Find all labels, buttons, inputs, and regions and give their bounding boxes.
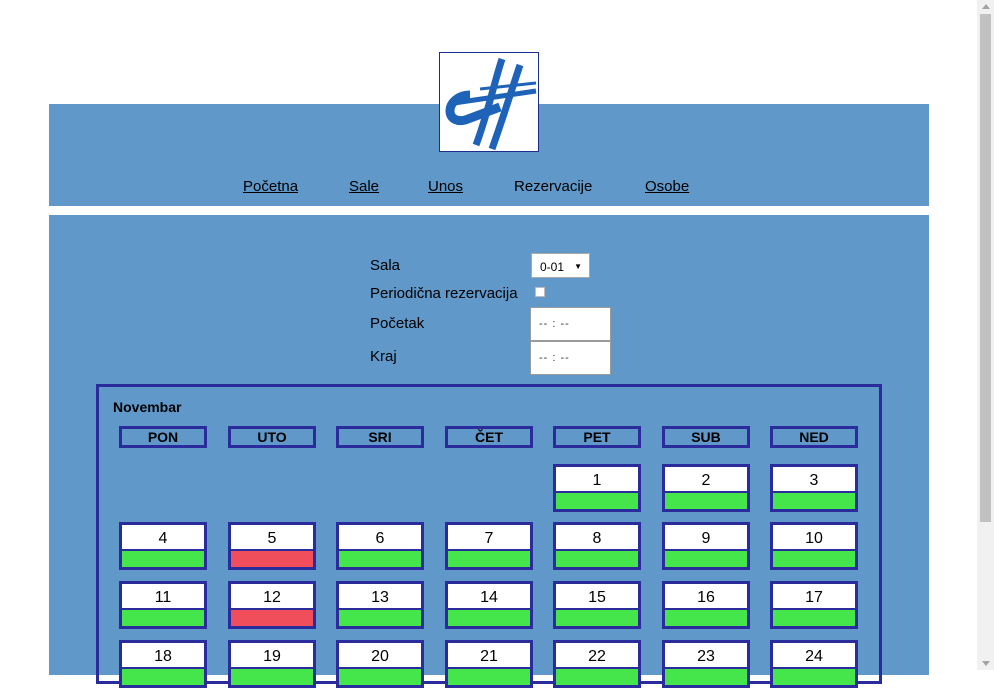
day-number: 12 [263, 589, 281, 606]
day-number: 19 [263, 648, 281, 665]
booked-status-bar [231, 549, 313, 567]
day-cell[interactable]: 12 [228, 581, 316, 629]
end-label: Kraj [370, 348, 397, 365]
day-cell[interactable]: 10 [770, 522, 858, 570]
day-number: 21 [480, 648, 498, 665]
weekday-header: PON [119, 426, 207, 448]
day-number: 17 [805, 589, 823, 606]
day-number: 23 [697, 648, 715, 665]
day-cell[interactable]: 6 [336, 522, 424, 570]
day-number: 24 [805, 648, 823, 665]
free-status-bar [556, 549, 638, 567]
free-status-bar [556, 608, 638, 626]
day-number: 1 [592, 472, 602, 489]
weekday-header: UTO [228, 426, 316, 448]
day-number: 6 [375, 530, 385, 547]
day-number: 14 [480, 589, 498, 606]
start-time-input[interactable]: -- : -- [530, 307, 611, 341]
day-number: 16 [697, 589, 715, 606]
day-cell[interactable]: 2 [662, 464, 750, 512]
scroll-thumb[interactable] [980, 14, 991, 522]
logo-mark [445, 57, 537, 151]
scrollbar[interactable] [977, 0, 994, 670]
weekday-header: PET [553, 426, 641, 448]
day-number: 7 [484, 530, 494, 547]
day-cell[interactable]: 7 [445, 522, 533, 570]
day-cell[interactable]: 20 [336, 640, 424, 688]
day-number: 20 [371, 648, 389, 665]
day-cell[interactable]: 18 [119, 640, 207, 688]
main-nav: Početna Sale Unos Rezervacije Osobe [49, 178, 929, 198]
periodic-checkbox[interactable] [535, 287, 545, 297]
day-number: 10 [805, 530, 823, 547]
free-status-bar [773, 549, 855, 567]
free-status-bar [122, 549, 204, 567]
nav-link-pocetna[interactable]: Početna [243, 178, 298, 195]
weekday-header: SRI [336, 426, 424, 448]
weekday-header: ČET [445, 426, 533, 448]
day-cell[interactable]: 14 [445, 581, 533, 629]
day-number: 8 [592, 530, 602, 547]
day-cell[interactable]: 4 [119, 522, 207, 570]
day-number: 4 [158, 530, 168, 547]
scroll-up-icon[interactable] [982, 4, 990, 9]
free-status-bar [556, 491, 638, 509]
nav-link-unos[interactable]: Unos [428, 178, 463, 195]
day-cell[interactable]: 16 [662, 581, 750, 629]
day-cell[interactable]: 19 [228, 640, 316, 688]
day-number: 3 [809, 472, 819, 489]
day-cell[interactable]: 23 [662, 640, 750, 688]
nav-link-sale[interactable]: Sale [349, 178, 379, 195]
day-cell[interactable]: 1 [553, 464, 641, 512]
chevron-down-icon: ▼ [574, 262, 582, 271]
sala-select[interactable]: 0-01 ▼ [531, 253, 590, 278]
month-title: Novembar [113, 399, 182, 415]
day-number: 9 [701, 530, 711, 547]
day-cell[interactable]: 22 [553, 640, 641, 688]
logo [439, 52, 539, 152]
free-status-bar [339, 608, 421, 626]
day-number: 13 [371, 589, 389, 606]
day-cell[interactable]: 11 [119, 581, 207, 629]
day-number: 15 [588, 589, 606, 606]
nav-item-rezervacije[interactable]: Rezervacije [514, 178, 592, 195]
free-status-bar [448, 549, 530, 567]
day-number: 18 [154, 648, 172, 665]
free-status-bar [665, 549, 747, 567]
day-cell[interactable]: 13 [336, 581, 424, 629]
scroll-down-icon[interactable] [982, 661, 990, 666]
day-cell[interactable]: 24 [770, 640, 858, 688]
day-cell[interactable]: 9 [662, 522, 750, 570]
day-number: 5 [267, 530, 277, 547]
free-status-bar [665, 608, 747, 626]
day-cell[interactable]: 3 [770, 464, 858, 512]
periodic-label: Periodična rezervacija [370, 285, 518, 302]
booked-status-bar [231, 608, 313, 626]
day-number: 22 [588, 648, 606, 665]
nav-link-osobe[interactable]: Osobe [645, 178, 689, 195]
day-cell[interactable]: 21 [445, 640, 533, 688]
sala-label: Sala [370, 257, 401, 274]
day-number: 2 [701, 472, 711, 489]
day-cell[interactable]: 5 [228, 522, 316, 570]
free-status-bar [773, 491, 855, 509]
day-cell[interactable]: 17 [770, 581, 858, 629]
free-status-bar [122, 608, 204, 626]
sala-select-value: 0-01 [540, 260, 565, 274]
free-status-bar [665, 491, 747, 509]
day-number: 11 [154, 589, 172, 606]
weekday-header: SUB [662, 426, 750, 448]
day-cell[interactable]: 15 [553, 581, 641, 629]
free-status-bar [339, 549, 421, 567]
day-cell[interactable]: 8 [553, 522, 641, 570]
free-status-bar [773, 608, 855, 626]
start-label: Početak [370, 315, 425, 332]
free-status-bar [448, 608, 530, 626]
weekday-header: NED [770, 426, 858, 448]
end-time-input[interactable]: -- : -- [530, 341, 611, 375]
